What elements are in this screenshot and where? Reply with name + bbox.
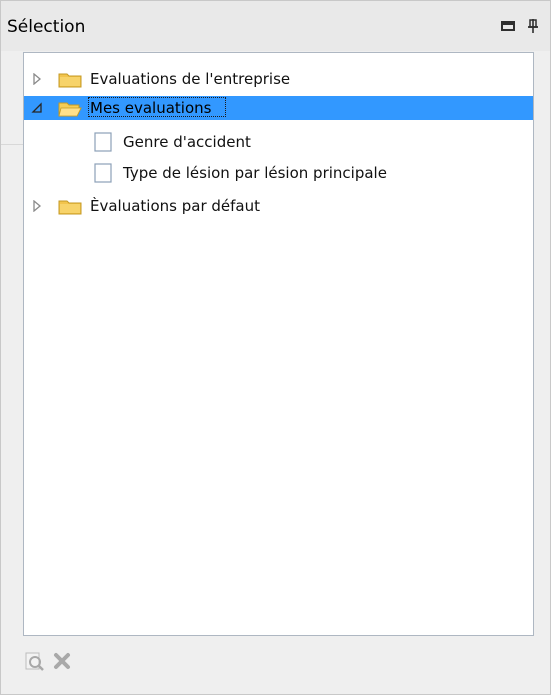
tree-item-genre-accident[interactable]: Genre d'accident	[24, 130, 533, 154]
tree-item-label: Evaluations de l'entreprise	[90, 70, 291, 88]
tree-item-label: Mes evaluations	[90, 99, 212, 117]
collapsed-expander-icon[interactable]	[31, 73, 43, 85]
selection-panel: Sélection Evaluations de l'entreprise Me…	[0, 0, 551, 695]
tree-item-label: Genre d'accident	[123, 133, 251, 151]
tree-item-evaluations-entreprise[interactable]: Evaluations de l'entreprise	[24, 67, 533, 91]
tree-item-type-lesion[interactable]: Type de lésion par lésion principale	[24, 161, 533, 185]
folder-icon	[58, 200, 82, 215]
tree-item-evaluations-par-defaut[interactable]: Èvaluations par défaut	[24, 194, 533, 218]
tree-item-label: Èvaluations par défaut	[90, 197, 260, 215]
document-icon	[94, 132, 112, 152]
tree-item-label: Type de lésion par lésion principale	[123, 164, 387, 182]
minimize-icon[interactable]	[499, 17, 517, 35]
folder-icon	[58, 73, 82, 88]
panel-divider	[1, 144, 23, 145]
search-icon[interactable]	[23, 650, 45, 672]
open-folder-icon	[58, 102, 82, 117]
pin-icon[interactable]	[524, 17, 542, 35]
evaluation-tree[interactable]: Evaluations de l'entreprise Mes evaluati…	[23, 52, 534, 636]
tree-item-mes-evaluations[interactable]: Mes evaluations	[24, 96, 533, 120]
document-icon	[94, 163, 112, 183]
expanded-expander-icon[interactable]	[31, 102, 43, 114]
panel-titlebar: Sélection	[1, 1, 550, 51]
collapsed-expander-icon[interactable]	[31, 200, 43, 212]
panel-title: Sélection	[7, 17, 86, 37]
delete-icon[interactable]	[51, 650, 73, 672]
